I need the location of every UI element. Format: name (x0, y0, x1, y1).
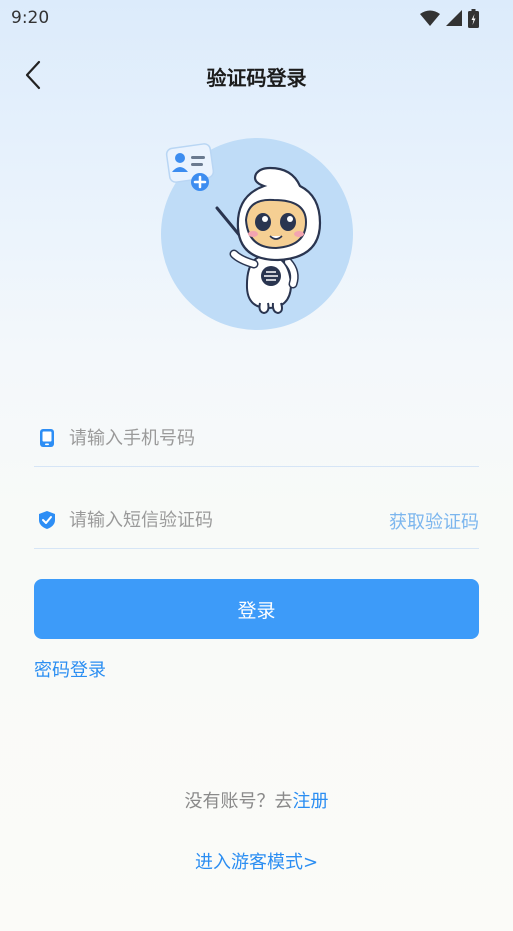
wifi-icon (420, 10, 440, 26)
status-bar: 9:20 (0, 0, 513, 36)
register-link[interactable]: 注册 (293, 791, 329, 812)
phone-input[interactable] (69, 420, 369, 456)
nav-bar: 验证码登录 (0, 50, 513, 100)
no-account-text: 没有账号？去 (184, 791, 293, 812)
mascot-illustration (161, 138, 353, 330)
phone-icon (40, 429, 54, 447)
status-icons (420, 7, 479, 29)
guest-mode-link[interactable]: 进入游客模式> (0, 848, 513, 874)
login-button[interactable]: 登录 (34, 579, 479, 639)
battery-icon (468, 8, 479, 28)
sms-code-field: 获取验证码 (34, 492, 479, 549)
signal-icon (446, 10, 462, 26)
phone-field (34, 410, 479, 467)
get-code-button[interactable]: 获取验证码 (389, 508, 479, 534)
status-time: 9:20 (11, 8, 50, 28)
page-title: 验证码登录 (206, 66, 307, 90)
shield-check-icon (39, 511, 55, 529)
register-prompt: 没有账号？去注册 (0, 787, 513, 813)
sms-code-input[interactable] (69, 502, 369, 538)
password-login-link[interactable]: 密码登录 (34, 656, 106, 682)
